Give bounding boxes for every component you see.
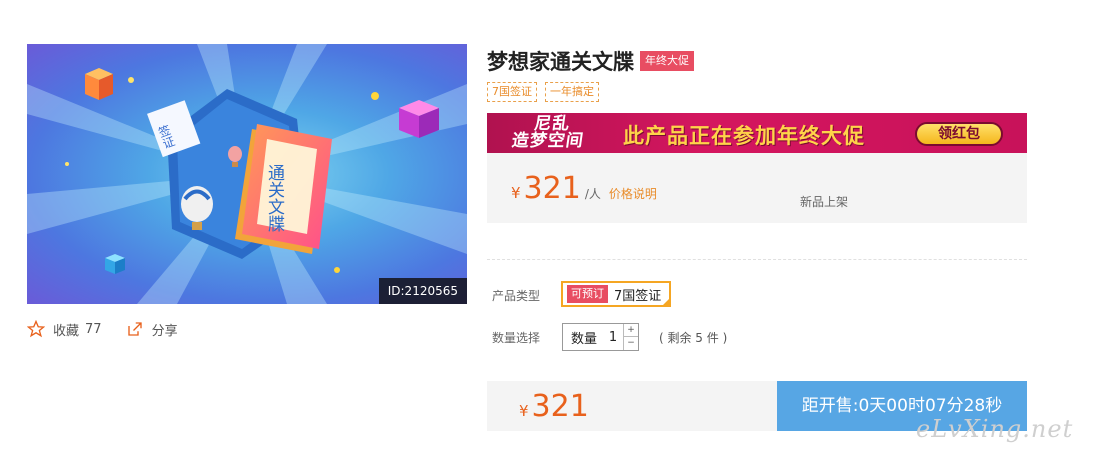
cube-orange (85, 68, 113, 100)
svg-text:通关文牒: 通关文牒 (264, 164, 285, 232)
product-illustration: 通关文牒 签证 (27, 44, 467, 304)
favorite-count: 77 (85, 321, 102, 337)
quantity-input[interactable]: 1 (603, 330, 623, 345)
banner-text: 此产品正在参加年终大促 (623, 124, 865, 148)
product-type-option[interactable]: 可预订 7国签证 (561, 281, 672, 307)
quantity-label: 数量选择 (492, 331, 541, 345)
cube-blue (105, 254, 125, 274)
quantity-stepper: 数量 1 + − (562, 323, 640, 351)
stepper-controls: + − (623, 324, 639, 350)
stock-remaining: ( 剩余 5 件 ) (659, 331, 728, 345)
product-title: 梦想家通关文牒 (487, 50, 634, 74)
share-label: 分享 (151, 323, 178, 339)
title-row: 梦想家通关文牒 年终大促 (487, 46, 694, 76)
decrement-button[interactable]: − (624, 337, 638, 350)
promo-badge: 年终大促 (640, 51, 694, 71)
new-arrival-label: 新品上架 (800, 195, 849, 209)
share-button[interactable]: 分享 (126, 320, 178, 339)
tag-one-year: 一年搞定 (545, 82, 599, 102)
selected-check-icon (661, 297, 672, 307)
buy-price: ¥ 321 (519, 389, 589, 424)
red-packet-button[interactable]: 领红包 (915, 122, 1003, 146)
image-id-label: ID:2120565 (378, 278, 467, 304)
star-icon (27, 320, 45, 338)
divider (487, 259, 1027, 260)
price-unit: /人 (584, 187, 601, 201)
buy-currency-symbol: ¥ (519, 402, 529, 420)
favorite-button[interactable]: 收藏 77 (27, 320, 102, 339)
price-note-link[interactable]: 价格说明 (609, 185, 657, 202)
cube-purple (399, 100, 439, 138)
product-tags: 7国签证 一年搞定 (487, 82, 607, 102)
share-icon (127, 322, 142, 336)
price-box: ¥ 321 /人 价格说明 新品上架 (487, 153, 1027, 223)
product-type-label: 产品类型 (492, 289, 541, 303)
promo-banner[interactable]: 尼乱 造梦空间 此产品正在参加年终大促 领红包 (487, 113, 1027, 153)
product-image: 通关文牒 签证 ID:2120565 (27, 44, 467, 304)
quantity-field-label: 数量 (571, 331, 598, 347)
increment-button[interactable]: + (624, 324, 639, 337)
tag-visa: 7国签证 (487, 82, 537, 102)
watermark-logo: eLvXing.net (916, 415, 1074, 443)
currency-symbol: ¥ (511, 184, 521, 202)
favorite-label: 收藏 (53, 323, 80, 339)
buy-price-amount: 321 (531, 389, 589, 424)
banner-logo: 尼乱 造梦空间 (510, 114, 586, 151)
product-type-value: 7国签证 (614, 288, 662, 304)
price: ¥ 321 /人 价格说明 (511, 171, 657, 206)
bookable-badge: 可预订 (567, 285, 608, 303)
product-actions: 收藏 77 分享 (27, 316, 202, 342)
price-amount: 321 (523, 171, 581, 206)
